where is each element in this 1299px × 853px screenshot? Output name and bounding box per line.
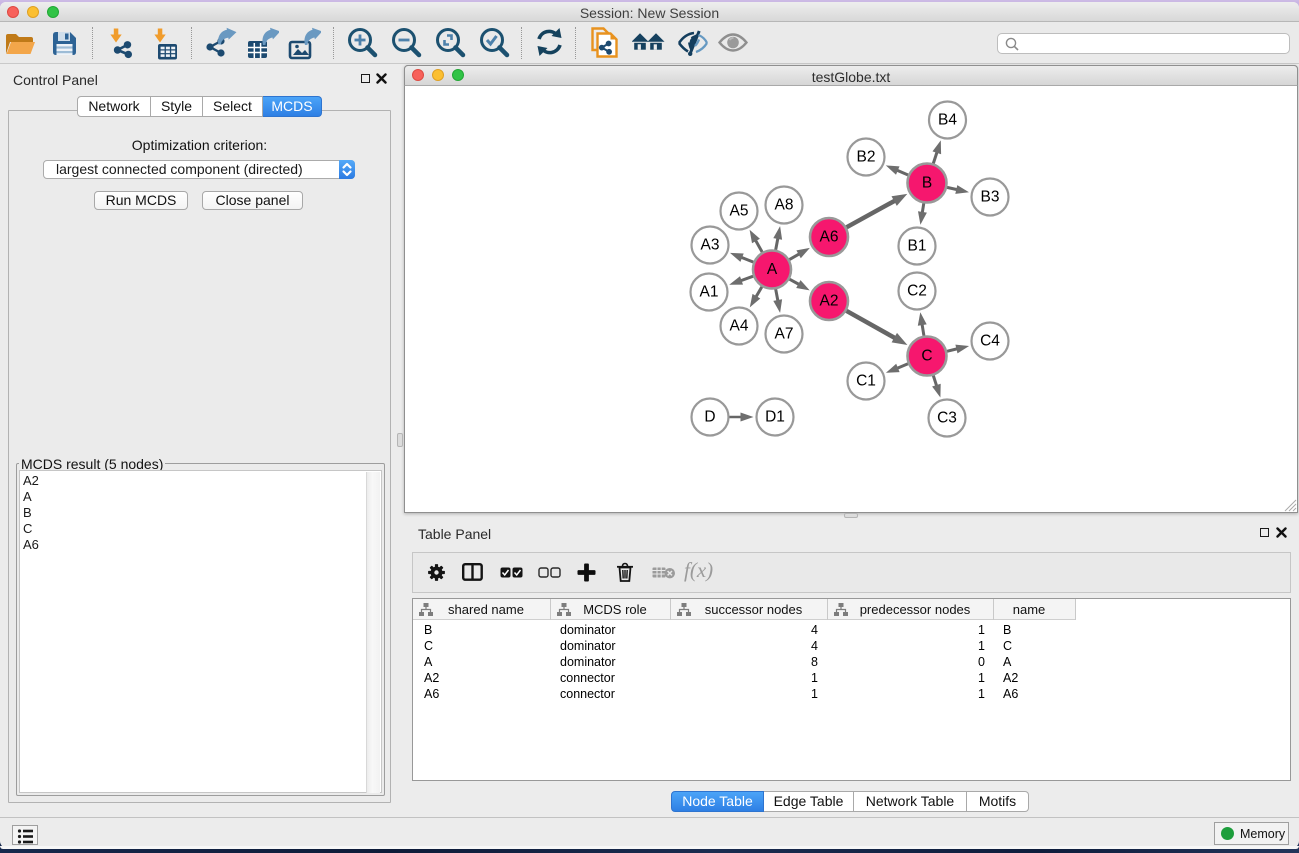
svg-text:C1: C1 [856, 373, 876, 390]
svg-text:A7: A7 [775, 326, 794, 343]
svg-text:B4: B4 [938, 112, 957, 129]
svg-text:C3: C3 [937, 410, 957, 427]
svg-text:A8: A8 [775, 197, 794, 214]
svg-text:C2: C2 [907, 283, 927, 300]
svg-text:A: A [767, 261, 778, 278]
svg-text:B: B [922, 175, 932, 192]
svg-text:D: D [704, 409, 715, 426]
svg-text:C: C [921, 348, 932, 365]
svg-text:A4: A4 [730, 318, 749, 335]
svg-text:B3: B3 [981, 189, 1000, 206]
svg-text:A5: A5 [730, 203, 749, 220]
svg-text:A1: A1 [700, 284, 719, 301]
svg-text:B2: B2 [857, 149, 876, 166]
svg-text:A3: A3 [701, 237, 720, 254]
svg-text:A6: A6 [820, 229, 839, 246]
svg-text:A2: A2 [820, 293, 839, 310]
svg-text:C4: C4 [980, 333, 1000, 350]
svg-text:D1: D1 [765, 409, 785, 426]
svg-text:B1: B1 [908, 238, 927, 255]
